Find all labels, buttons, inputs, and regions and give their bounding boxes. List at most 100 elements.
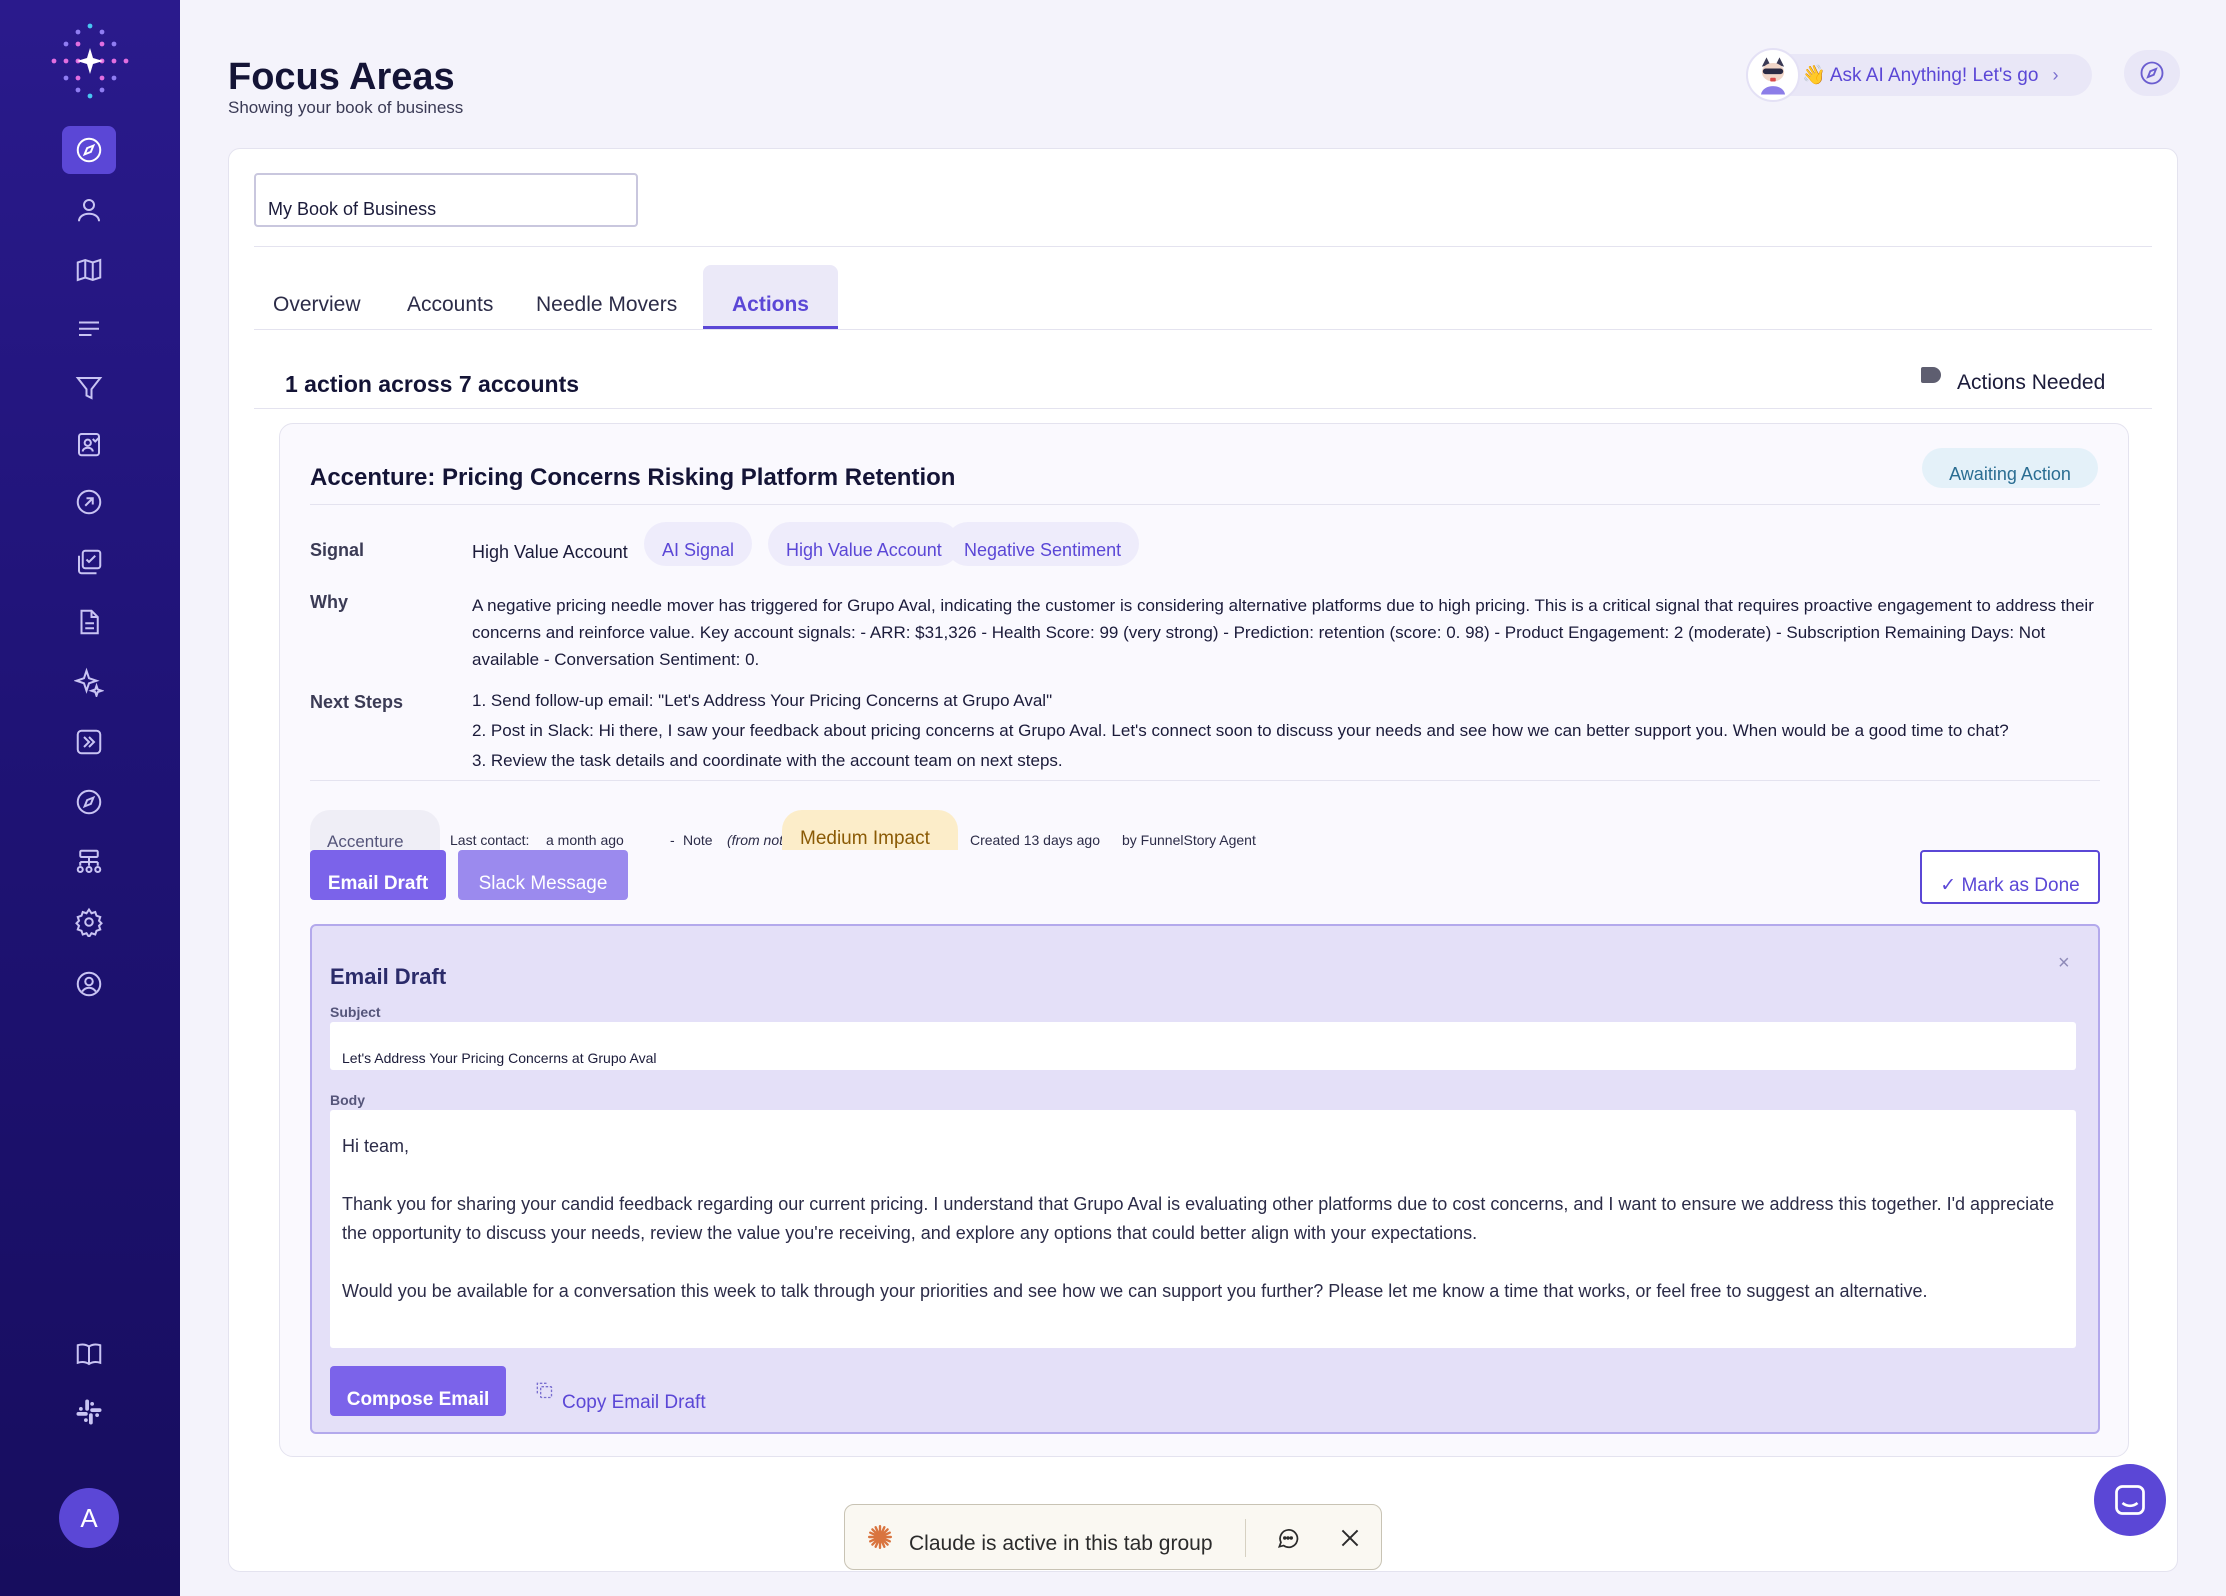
last-contact-label: Last contact: xyxy=(450,832,530,848)
gear-icon xyxy=(75,907,103,937)
signal-label: Signal xyxy=(310,540,365,560)
tab-needle-movers[interactable]: Needle Movers xyxy=(536,293,677,317)
tab-accounts[interactable]: Accounts xyxy=(407,293,493,317)
action-title: Accenture: Pricing Concerns Risking Plat… xyxy=(310,464,956,491)
impact-badge: Medium Impact xyxy=(782,810,958,850)
chip-ai-signal: AI Signal xyxy=(644,522,753,566)
sidebar-item-filter[interactable] xyxy=(62,364,116,412)
slack-message-button[interactable]: Slack Message xyxy=(458,850,628,900)
status-badge: Awaiting Action xyxy=(1922,448,2098,488)
divider xyxy=(254,408,2152,409)
why-label: Why xyxy=(310,592,348,612)
user-icon xyxy=(78,199,100,222)
sidebar-item-docs[interactable] xyxy=(62,598,116,646)
user-avatar[interactable]: A xyxy=(59,1488,119,1548)
map-icon xyxy=(76,258,102,282)
action-card: Accenture: Pricing Concerns Risking Plat… xyxy=(279,423,2129,1457)
account-chip[interactable]: Accenture xyxy=(310,810,440,850)
next-step-item: 3. Review the task details and coordinat… xyxy=(472,751,1063,770)
divider xyxy=(310,504,2100,505)
sidebar-item-focus-areas[interactable] xyxy=(62,126,116,174)
arrow-circle-icon xyxy=(76,489,102,515)
tab-actions[interactable]: Actions xyxy=(703,265,838,329)
actions-needed-filter[interactable]: Actions Needed xyxy=(1957,371,2105,395)
forward-icon xyxy=(76,729,102,755)
actions-count: 1 action across 7 accounts xyxy=(285,371,580,397)
chip-negative-sentiment: Negative Sentiment xyxy=(946,522,1140,566)
compass-icon xyxy=(76,137,102,163)
divider xyxy=(254,246,2152,247)
sidebar-item-account[interactable] xyxy=(62,960,116,1008)
last-contact-value: a month ago xyxy=(546,832,624,848)
tab-actions-label: Actions xyxy=(731,293,809,316)
compose-email-button[interactable]: Compose Email xyxy=(330,1366,506,1416)
sidebar-item-forward[interactable] xyxy=(62,718,116,766)
copy-email-draft-label: Copy Email Draft xyxy=(562,1392,706,1413)
next-steps-list: 1. Send follow-up email: "Let's Address … xyxy=(472,686,2122,776)
sidebar-item-slack[interactable] xyxy=(62,1388,116,1436)
page-subtitle: Showing your book of business xyxy=(228,98,464,117)
why-text: A negative pricing needle mover has trig… xyxy=(472,596,2094,669)
close-icon[interactable] xyxy=(1337,1525,1363,1551)
sidebar-item-ai[interactable] xyxy=(62,658,116,706)
tabs-divider xyxy=(254,329,2152,330)
action-meta-row: Accenture Last contact: a month ago - No… xyxy=(310,810,2010,850)
chip-high-value-account: High Value Account xyxy=(768,522,960,566)
sidebar-item-map[interactable] xyxy=(62,246,116,294)
hierarchy-icon xyxy=(76,849,102,873)
signal-value: High Value Account xyxy=(472,542,628,562)
ask-ai-label: 👋 Ask AI Anything! Let's go xyxy=(1802,65,2039,86)
sidebar-item-reports[interactable] xyxy=(62,420,116,468)
subject-input[interactable]: Let's Address Your Pricing Concerns at G… xyxy=(330,1022,2076,1070)
claude-status-bar: Claude is active in this tab group xyxy=(844,1504,1382,1570)
book-icon xyxy=(76,1343,102,1366)
copy-icon xyxy=(536,1382,553,1399)
body-paragraph: Thank you for sharing your candid feedba… xyxy=(342,1194,2055,1243)
checklist-icon xyxy=(78,549,102,575)
help-chat-button[interactable] xyxy=(2094,1464,2166,1536)
tab-overview[interactable]: Overview xyxy=(273,293,361,317)
sidebar-item-tasks[interactable] xyxy=(62,538,116,586)
sidebar: A xyxy=(0,0,180,1596)
book-of-business-select[interactable]: My Book of Business xyxy=(254,173,638,227)
mark-as-done-button[interactable]: ✓ Mark as Done xyxy=(1920,850,2100,904)
main-panel: My Book of Business Overview Accounts Ne… xyxy=(228,148,2178,1572)
email-draft-title: Email Draft xyxy=(330,964,447,989)
body-textarea[interactable]: Hi team, Thank you for sharing your cand… xyxy=(330,1110,2076,1348)
source-type: Note xyxy=(683,832,713,848)
claude-status-text: Claude is active in this tab group xyxy=(909,1532,1213,1555)
body-paragraph: Hi team, xyxy=(342,1136,410,1156)
copy-email-draft-button[interactable]: Copy Email Draft xyxy=(534,1380,706,1414)
explore-button[interactable] xyxy=(2124,50,2180,96)
divider xyxy=(1245,1519,1246,1557)
sidebar-item-explore[interactable] xyxy=(62,778,116,826)
slack-icon xyxy=(76,1399,102,1425)
email-draft-panel: Email Draft × Subject Let's Address Your… xyxy=(310,924,2100,1434)
created-time: Created 13 days ago xyxy=(970,832,1100,848)
user-circle-icon xyxy=(76,971,102,997)
sidebar-item-people[interactable] xyxy=(62,186,116,234)
divider xyxy=(310,780,2100,781)
chat-icon xyxy=(2115,1485,2145,1515)
chat-bubble-icon[interactable] xyxy=(1275,1525,1301,1551)
close-icon[interactable]: × xyxy=(2058,952,2070,975)
funnel-icon xyxy=(75,377,103,400)
body-label: Body xyxy=(330,1092,365,1108)
sparkle-icon xyxy=(74,667,104,697)
sidebar-item-hierarchy[interactable] xyxy=(62,838,116,886)
tag-icon xyxy=(1921,367,1941,383)
sidebar-item-guide[interactable] xyxy=(62,1330,116,1378)
ai-bot-avatar-icon[interactable] xyxy=(1746,48,1800,102)
created-by: by FunnelStory Agent xyxy=(1122,832,1256,848)
page-title: Focus Areas xyxy=(228,56,455,98)
compass-icon xyxy=(2140,61,2164,85)
funnelstory-logo-icon[interactable] xyxy=(50,22,130,100)
sidebar-item-goto[interactable] xyxy=(62,478,116,526)
clipboard-user-icon xyxy=(78,433,100,457)
email-draft-button[interactable]: Email Draft xyxy=(310,850,446,900)
sidebar-item-settings[interactable] xyxy=(62,898,116,946)
next-steps-label: Next Steps xyxy=(310,692,404,712)
lines-icon xyxy=(79,321,99,336)
meta-separator: - xyxy=(670,832,675,848)
sidebar-item-list[interactable] xyxy=(62,306,116,354)
